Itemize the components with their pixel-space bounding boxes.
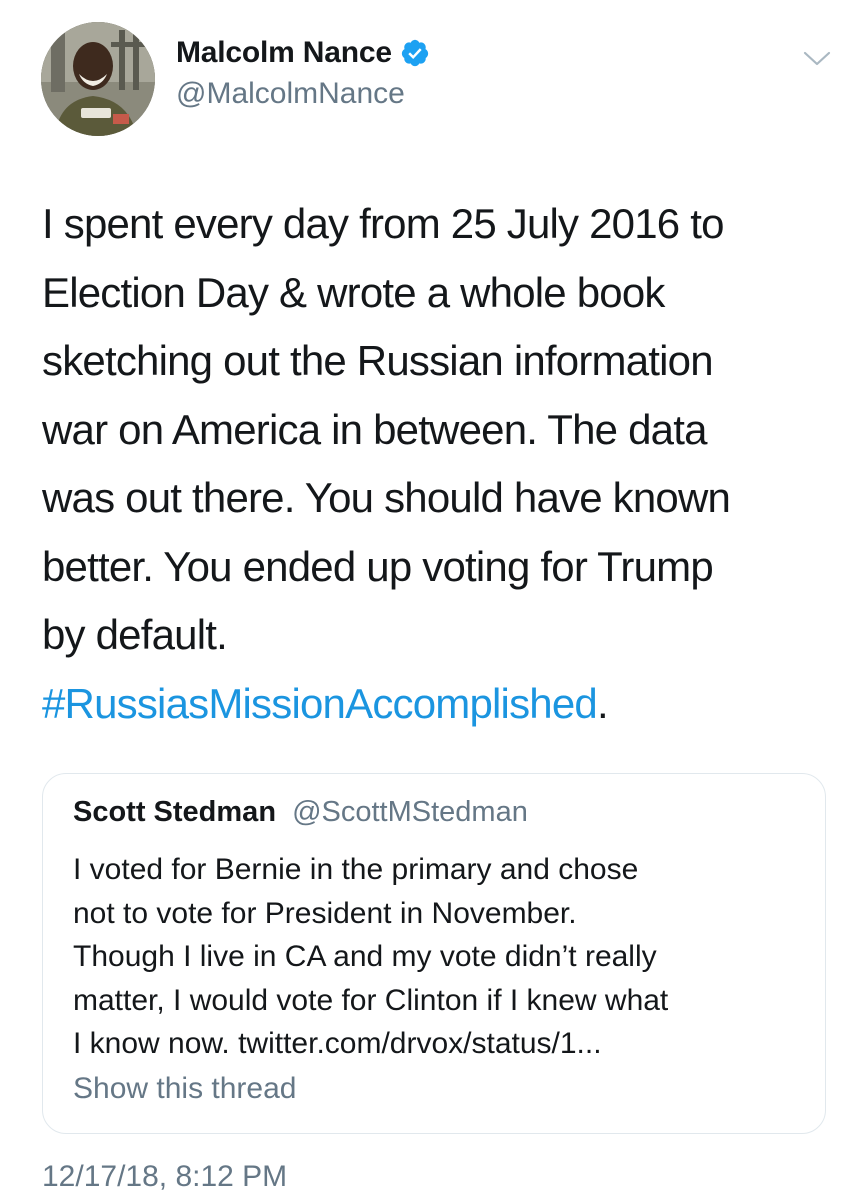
tweet-hashtag-line: #RussiasMissionAccomplished. [42, 670, 842, 739]
tweet-text-line: I spent every day from 25 July 2016 to [42, 200, 724, 247]
quoted-author-handle: @ScottMStedman [292, 796, 528, 828]
hashtag-suffix: . [596, 679, 609, 727]
tweet-timestamp[interactable]: 12/17/18, 8:12 PM [42, 1160, 287, 1194]
quoted-tweet-header: Scott Stedman @ScottMStedman [73, 796, 528, 829]
tweet-text-line: by default. [42, 611, 228, 658]
tweet-text-line: was out there. You should have known [42, 474, 731, 521]
tweet-text-line: Election Day & wrote a whole book [42, 268, 665, 316]
author-display-name[interactable]: Malcolm Nance [176, 36, 392, 70]
show-thread-link[interactable]: Show this thread [73, 1072, 296, 1106]
chevron-down-icon[interactable] [802, 48, 832, 70]
author-handle[interactable]: @MalcolmNance [176, 77, 405, 111]
quoted-author-name: Scott Stedman [73, 796, 277, 828]
tweet-text-line: war on America in between. The data [42, 405, 707, 453]
tweet-text-line: better. You ended up voting for Trump [42, 542, 714, 590]
quoted-tweet-text: I voted for Bernie in the primary and ch… [73, 853, 669, 1060]
author-avatar[interactable] [41, 22, 155, 136]
tweet-card: Malcolm Nance @MalcolmNance I spent ever… [0, 0, 868, 1200]
avatar-photo-icon [41, 22, 155, 136]
author-name-row: Malcolm Nance [176, 33, 430, 73]
tweet-text-line: sketching out the Russian information [42, 337, 714, 384]
tweet-body: I spent every day from 25 July 2016 to E… [42, 190, 842, 738]
verified-badge-icon [400, 38, 430, 68]
quoted-tweet[interactable]: Scott Stedman @ScottMStedman I voted for… [42, 773, 826, 1134]
hashtag-link[interactable]: #RussiasMissionAccomplished [42, 680, 598, 727]
